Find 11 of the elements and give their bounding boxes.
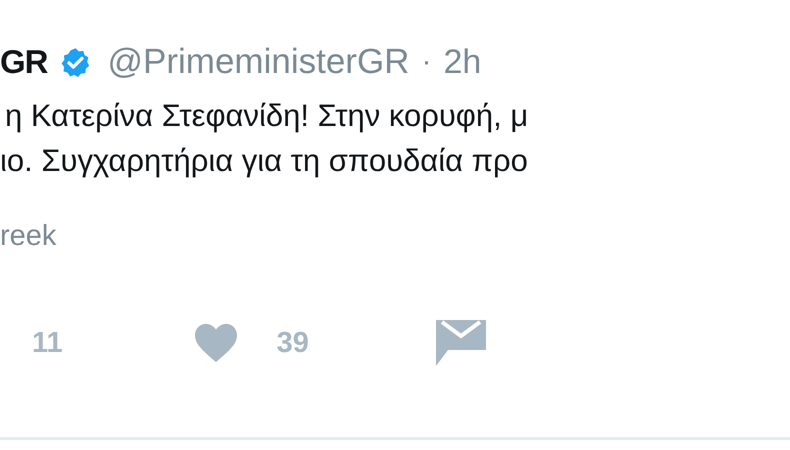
action-count: 11 (32, 326, 63, 360)
action-count: 39 (276, 326, 309, 360)
tweet-text-line: η Κατερίνα Στεφανίδη! Στην κορυφή, μ (4, 97, 530, 135)
account-name[interactable]: GR (0, 43, 48, 81)
account-handle[interactable]: @PrimeministerGR (108, 42, 410, 82)
translate-link[interactable]: reek (0, 220, 790, 253)
heart-icon[interactable] (192, 322, 239, 364)
separator-dot: · (421, 45, 432, 79)
tweet-time[interactable]: 2h (443, 42, 482, 82)
tweet-text-line: ιο. Συγχαρητήρια για τη σπουδαία προ (0, 142, 529, 180)
envelope-icon[interactable] (436, 320, 486, 366)
